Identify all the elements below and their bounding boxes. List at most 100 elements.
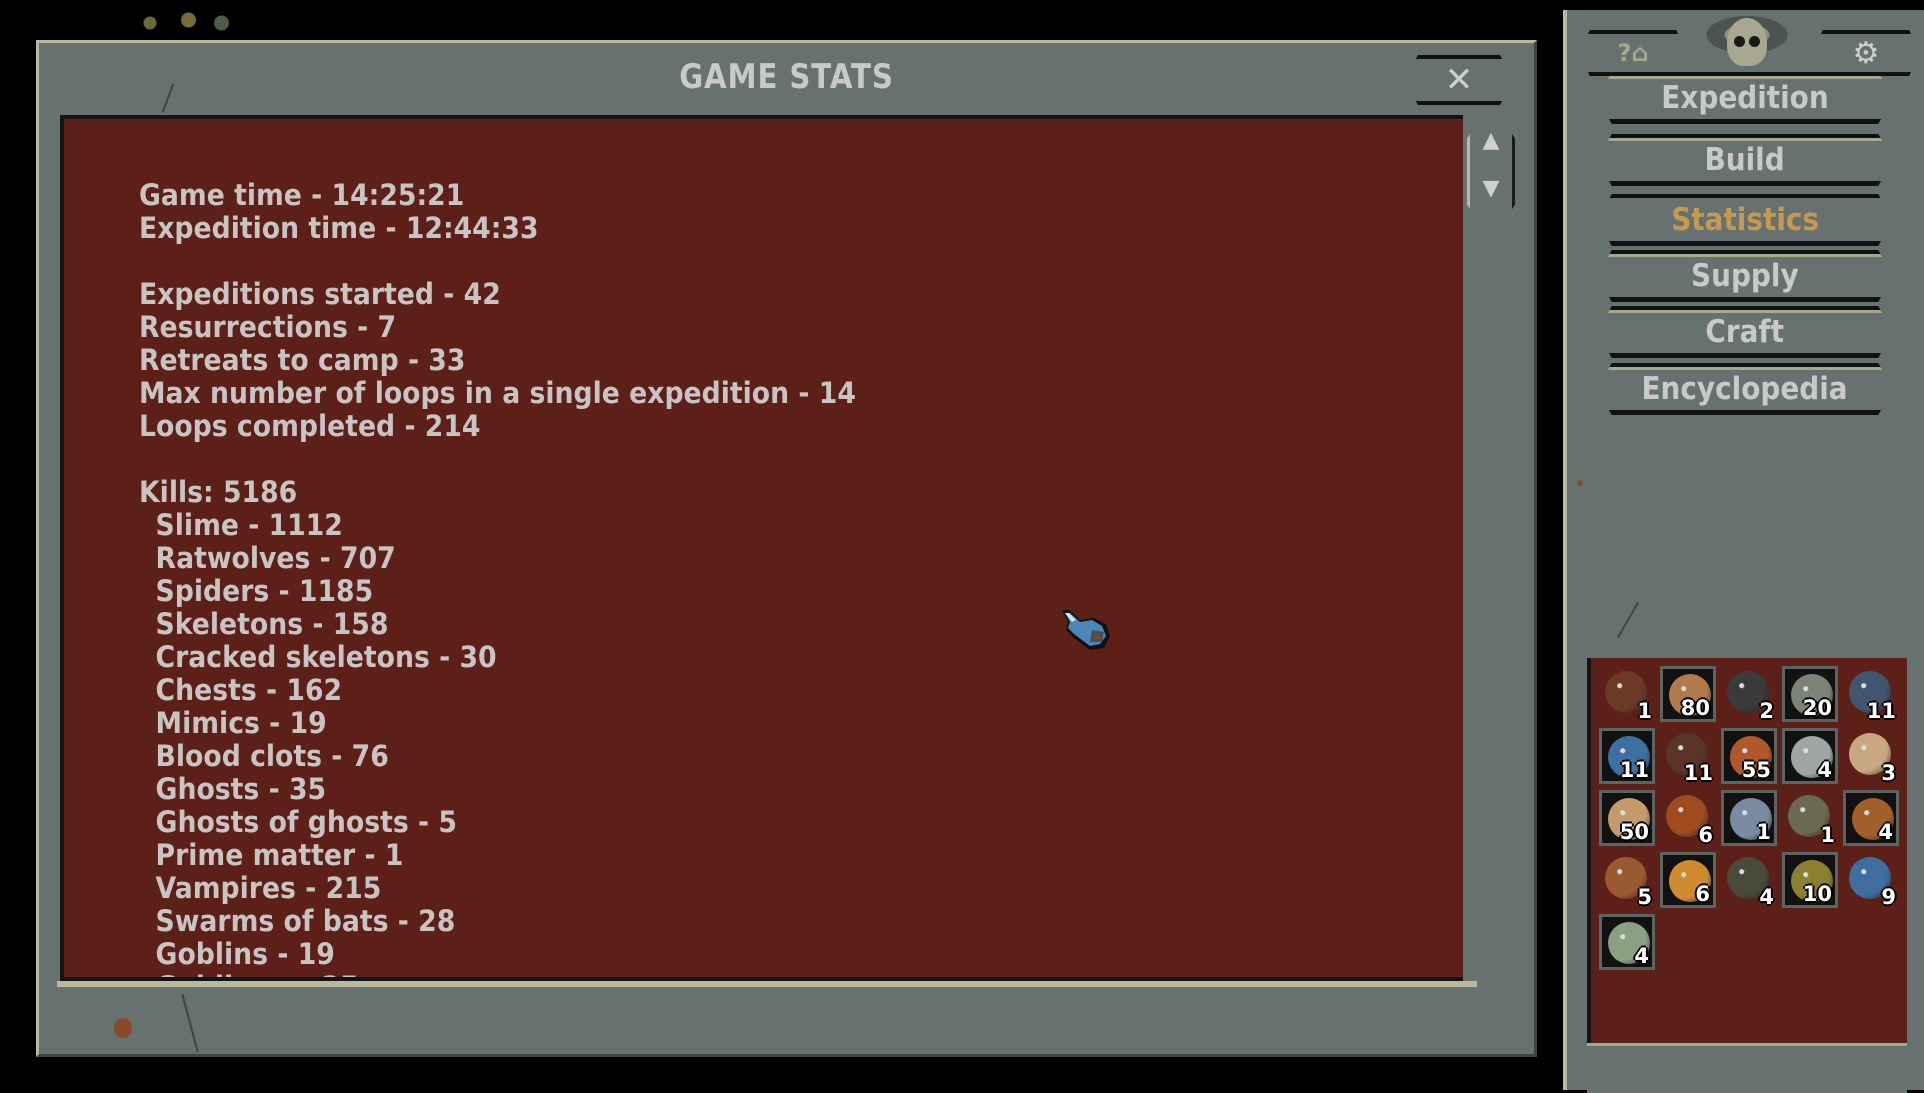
- scroll-up-button[interactable]: ▲: [1470, 128, 1512, 153]
- menu-label: Encyclopedia: [1641, 370, 1849, 407]
- inventory-slot[interactable]: 5: [1599, 852, 1655, 908]
- stats-content[interactable]: Game time - 14:25:21 Expedition time - 1…: [60, 115, 1463, 981]
- item-count: 20: [1802, 696, 1832, 720]
- menu-build[interactable]: Build: [1597, 134, 1893, 186]
- menu-label: Supply: [1691, 257, 1799, 294]
- kill-stat: Ghosts of ghosts - 5: [155, 805, 457, 839]
- item-count: 1: [1756, 820, 1771, 844]
- rust-decoration: [114, 1018, 132, 1038]
- inventory-slot[interactable]: 4: [1782, 728, 1838, 784]
- kill-stat: Cracked skeletons - 30: [155, 640, 497, 674]
- stat-line: Loops completed - 214: [139, 409, 481, 443]
- stats-text: Game time - 14:25:21 Expedition time - 1…: [139, 178, 856, 978]
- inventory-slot[interactable]: 1: [1782, 790, 1838, 846]
- item-count: 3: [1881, 761, 1896, 785]
- help-button[interactable]: ?⌂: [1579, 30, 1687, 76]
- kill-stat: Ratwolves - 707: [155, 541, 396, 575]
- inventory-slot[interactable]: 55: [1721, 728, 1777, 784]
- item-count: 50: [1619, 820, 1649, 844]
- kill-stat: Vampires - 215: [155, 871, 382, 905]
- kill-stat: Spiders - 1185: [155, 574, 374, 608]
- stat-line: Max number of loops in a single expediti…: [139, 376, 856, 410]
- inventory-base: [1587, 1043, 1907, 1093]
- kills-list: Slime - 1112 Ratwolves - 707 Spiders - 118…: [139, 509, 856, 978]
- inventory-slot[interactable]: 1: [1599, 666, 1655, 722]
- game-stats-window: GAME STATS ✕ Game time - 14:25:21 Expedi…: [36, 40, 1537, 1057]
- stat-line: Expeditions started - 42: [139, 277, 501, 311]
- close-icon: ✕: [1444, 60, 1474, 100]
- kill-stat: Ghosts - 35: [155, 772, 327, 806]
- item-count: 55: [1741, 758, 1771, 782]
- item-count: 4: [1817, 758, 1832, 782]
- content-border: [57, 981, 1477, 987]
- inventory-slot[interactable]: 11: [1843, 666, 1899, 722]
- inventory-slot[interactable]: 50: [1599, 790, 1655, 846]
- item-count: 6: [1698, 823, 1713, 847]
- window-title: GAME STATS: [679, 57, 894, 97]
- scroll-down-button[interactable]: ▼: [1470, 176, 1512, 201]
- menu-label: Expedition: [1661, 79, 1829, 116]
- menu-label: Craft: [1705, 313, 1785, 350]
- inventory-slot[interactable]: 2: [1721, 666, 1777, 722]
- item-count: 4: [1759, 885, 1774, 909]
- settings-button[interactable]: ⚙: [1812, 30, 1920, 76]
- inventory-slot[interactable]: 6: [1660, 790, 1716, 846]
- item-count: 6: [1695, 882, 1710, 906]
- resource-inventory: 1 80 2 20 11 11 11 55 4 3 50 6 1 1 4 5 6 4 10 9 4: [1587, 658, 1907, 1043]
- close-button[interactable]: ✕: [1405, 55, 1513, 105]
- kill-stat: Prime matter - 1: [155, 838, 404, 872]
- help-camp-icon: ?⌂: [1617, 39, 1649, 67]
- menu-supply[interactable]: Supply: [1597, 250, 1893, 302]
- stat-line: Resurrections - 7: [139, 310, 397, 344]
- item-count: 1: [1637, 699, 1652, 723]
- kills-header: Kills: 5186: [139, 475, 298, 509]
- expedition-time: Expedition time - 12:44:33: [139, 211, 539, 245]
- kill-stat: Skeletons - 158: [155, 607, 389, 641]
- menu-expedition[interactable]: Expedition: [1597, 72, 1893, 124]
- inventory-slot[interactable]: 1: [1721, 790, 1777, 846]
- side-panel: ?⌂ ⚙ Expedition Build Statistics Supply …: [1563, 10, 1924, 1093]
- item-count: 4: [1878, 820, 1893, 844]
- inventory-slot[interactable]: 4: [1721, 852, 1777, 908]
- item-count: 11: [1619, 758, 1649, 782]
- gauntlet-cursor-icon: [1062, 610, 1110, 650]
- inventory-slot[interactable]: 80: [1660, 666, 1716, 722]
- item-count: 11: [1683, 761, 1713, 785]
- moss-decoration: [128, 8, 238, 38]
- inventory-slot[interactable]: 10: [1782, 852, 1838, 908]
- crack-decoration: [1617, 602, 1639, 638]
- item-count: 2: [1759, 699, 1774, 723]
- menu-craft[interactable]: Craft: [1597, 306, 1893, 358]
- inventory-slot[interactable]: 6: [1660, 852, 1716, 908]
- item-count: 4: [1634, 944, 1649, 968]
- scrollbar[interactable]: ▲ ▼: [1467, 120, 1515, 223]
- stat-line: Retreats to camp - 33: [139, 343, 466, 377]
- game-time: Game time - 14:25:21: [139, 178, 465, 212]
- item-count: 80: [1680, 696, 1710, 720]
- menu-encyclopedia[interactable]: Encyclopedia: [1597, 363, 1893, 415]
- menu-label: Build: [1704, 141, 1786, 178]
- item-count: 11: [1866, 699, 1896, 723]
- inventory-slot[interactable]: 20: [1782, 666, 1838, 722]
- kill-stat: Swarms of bats - 28: [155, 904, 456, 938]
- chevron-up-icon: ▲: [1482, 128, 1500, 153]
- inventory-slot[interactable]: 11: [1599, 728, 1655, 784]
- inventory-slot[interactable]: 11: [1660, 728, 1716, 784]
- kill-stat: Goblins - 19: [155, 937, 335, 971]
- kill-stat: Mimics - 19: [155, 706, 327, 740]
- kill-stat: Goblin ... - 25: [139, 971, 856, 978]
- item-count: 5: [1637, 885, 1652, 909]
- gear-icon: ⚙: [1852, 35, 1880, 71]
- inventory-slot[interactable]: 3: [1843, 728, 1899, 784]
- item-count: 10: [1802, 882, 1832, 906]
- chevron-down-icon: ▼: [1482, 176, 1500, 201]
- item-count: 9: [1881, 885, 1896, 909]
- inventory-slot[interactable]: 9: [1843, 852, 1899, 908]
- menu-statistics[interactable]: Statistics: [1597, 194, 1893, 246]
- item-count: 1: [1820, 823, 1835, 847]
- inventory-slot[interactable]: 4: [1599, 914, 1655, 970]
- kill-stat: Chests - 162: [155, 673, 343, 707]
- crack-decoration: [181, 993, 199, 1053]
- inventory-slot[interactable]: 4: [1843, 790, 1899, 846]
- skull-icon: [1727, 18, 1767, 66]
